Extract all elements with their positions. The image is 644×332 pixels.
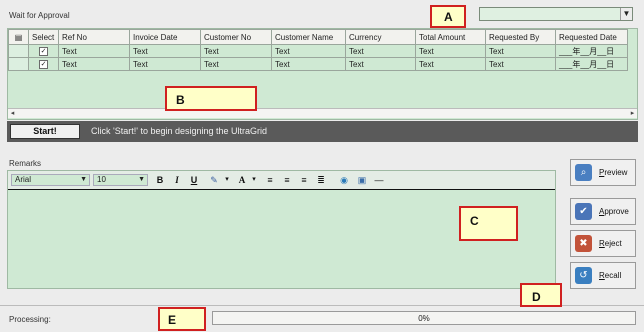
remarks-label: Remarks: [9, 159, 42, 168]
table-cell[interactable]: Text: [345, 44, 416, 58]
chevron-down-icon[interactable]: ▾: [221, 174, 233, 186]
align-right-icon[interactable]: ≡: [298, 174, 310, 186]
callout-e: E: [158, 307, 206, 331]
callout-b: B: [165, 86, 257, 111]
table-cell[interactable]: ___年__月__日: [555, 57, 628, 71]
editor-toolbar: Arial ▼ 10 ▼ B I U ✎ ▾ A ▾ ≡ ≡ ≡ ≣ ◉ ▣ ―: [8, 171, 555, 190]
insert-link-icon[interactable]: ◉: [338, 174, 350, 186]
reject-label-rest: eject: [604, 239, 622, 248]
recall-button[interactable]: ↺ Recall: [570, 262, 636, 289]
column-header[interactable]: Requested By: [485, 29, 556, 45]
table-cell[interactable]: Text: [485, 57, 556, 71]
callout-d: D: [520, 283, 562, 307]
recall-icon: ↺: [575, 267, 592, 284]
table-cell[interactable]: Text: [200, 44, 272, 58]
chevron-down-icon[interactable]: ▾: [248, 174, 260, 186]
status-bar: Processing: 0%: [0, 305, 644, 332]
bold-icon[interactable]: B: [154, 174, 166, 186]
grid-header-row: ▤ Select Ref No Invoice Date Customer No…: [8, 29, 628, 45]
table-cell[interactable]: Text: [271, 44, 346, 58]
table-cell[interactable]: ___年__月__日: [555, 44, 628, 58]
font-size-select[interactable]: 10 ▼: [93, 174, 148, 186]
table-cell[interactable]: Text: [271, 57, 346, 71]
preview-icon: ⌕: [575, 164, 592, 181]
column-header[interactable]: Select: [28, 29, 59, 45]
reject-button[interactable]: ✖ Reject: [570, 230, 636, 257]
font-name-select[interactable]: Arial ▼: [11, 174, 90, 186]
processing-label: Processing:: [9, 315, 51, 324]
callout-a: A: [430, 5, 466, 28]
scroll-right-icon[interactable]: ▸: [628, 109, 637, 118]
preview-button[interactable]: ⌕ Preview: [570, 159, 636, 186]
table-cell[interactable]: Text: [58, 57, 130, 71]
approval-grid: ▤ Select Ref No Invoice Date Customer No…: [7, 28, 638, 120]
callout-d-letter: D: [532, 290, 541, 304]
reject-user-icon: ✖: [575, 235, 592, 252]
callout-b-letter: B: [176, 93, 185, 107]
align-center-icon[interactable]: ≡: [281, 174, 293, 186]
table-cell[interactable]: Text: [200, 57, 272, 71]
grid-table: ▤ Select Ref No Invoice Date Customer No…: [8, 29, 628, 71]
approve-user-icon: ✔: [575, 203, 592, 220]
font-size-value: 10: [97, 175, 106, 184]
row-selector[interactable]: [8, 57, 29, 71]
page-title: Wait for Approval: [9, 11, 70, 20]
table-cell[interactable]: Text: [345, 57, 416, 71]
approve-button[interactable]: ✔ Approve: [570, 198, 636, 225]
checkmark-icon[interactable]: ✓: [39, 60, 48, 69]
table-cell[interactable]: Text: [415, 44, 486, 58]
column-header[interactable]: Total Amount: [415, 29, 486, 45]
align-left-icon[interactable]: ≡: [264, 174, 276, 186]
table-cell[interactable]: Text: [129, 44, 201, 58]
table-cell[interactable]: Text: [415, 57, 486, 71]
horizontal-rule-icon[interactable]: ―: [373, 174, 385, 186]
align-justify-icon[interactable]: ≣: [315, 174, 327, 186]
table-cell[interactable]: Text: [58, 44, 130, 58]
column-header[interactable]: Currency: [345, 29, 416, 45]
column-header[interactable]: Customer No: [200, 29, 272, 45]
approve-label: Approve: [599, 207, 629, 216]
filter-dropdown[interactable]: ▼: [479, 7, 633, 21]
reject-label: Reject: [599, 239, 622, 248]
designer-start-bar: Start! Click 'Start!' to begin designing…: [7, 121, 638, 142]
recall-label-rest: ecall: [604, 271, 622, 280]
checkmark-icon[interactable]: ✓: [39, 47, 48, 56]
font-name-value: Arial: [15, 175, 32, 184]
table-row[interactable]: ✓ Text Text Text Text Text Text Text ___…: [8, 57, 628, 71]
table-cell[interactable]: Text: [129, 57, 201, 71]
callout-e-letter: E: [168, 313, 177, 327]
progress-bar: 0%: [212, 311, 636, 325]
select-checkbox[interactable]: ✓: [28, 44, 59, 58]
callout-c: C: [459, 206, 518, 241]
chevron-down-icon: ▼: [138, 176, 145, 183]
column-header[interactable]: Invoice Date: [129, 29, 201, 45]
table-row[interactable]: ✓ Text Text Text Text Text Text Text ___…: [8, 44, 628, 58]
recall-label: Recall: [599, 271, 621, 280]
progress-text: 0%: [418, 314, 430, 323]
column-header[interactable]: Customer Name: [271, 29, 346, 45]
approval-window: Wait for Approval ▼ ▤ Select Ref No Invo…: [0, 0, 644, 332]
italic-icon[interactable]: I: [171, 174, 183, 186]
column-header[interactable]: Ref No: [58, 29, 130, 45]
scroll-left-icon[interactable]: ◂: [8, 109, 17, 118]
select-checkbox[interactable]: ✓: [28, 57, 59, 71]
table-cell[interactable]: Text: [485, 44, 556, 58]
chevron-down-icon[interactable]: ▼: [620, 8, 632, 20]
preview-label: Preview: [599, 168, 627, 177]
font-color-icon[interactable]: A: [236, 174, 248, 186]
preview-label-rest: review: [604, 168, 628, 177]
chevron-down-icon: ▼: [80, 176, 87, 183]
column-header[interactable]: Requested Date: [555, 29, 628, 45]
insert-image-icon[interactable]: ▣: [356, 174, 368, 186]
approve-label-rest: pprove: [604, 207, 629, 216]
horizontal-scrollbar[interactable]: ◂ ▸: [8, 108, 637, 118]
column-chooser-icon[interactable]: ▤: [8, 29, 29, 45]
callout-a-letter: A: [444, 10, 453, 24]
highlight-color-icon[interactable]: ✎: [208, 174, 220, 186]
callout-c-letter: C: [470, 214, 479, 228]
start-hint-text: Click 'Start!' to begin designing the Ul…: [91, 126, 268, 136]
start-button[interactable]: Start!: [10, 124, 80, 139]
underline-icon[interactable]: U: [188, 174, 200, 186]
row-selector[interactable]: [8, 44, 29, 58]
